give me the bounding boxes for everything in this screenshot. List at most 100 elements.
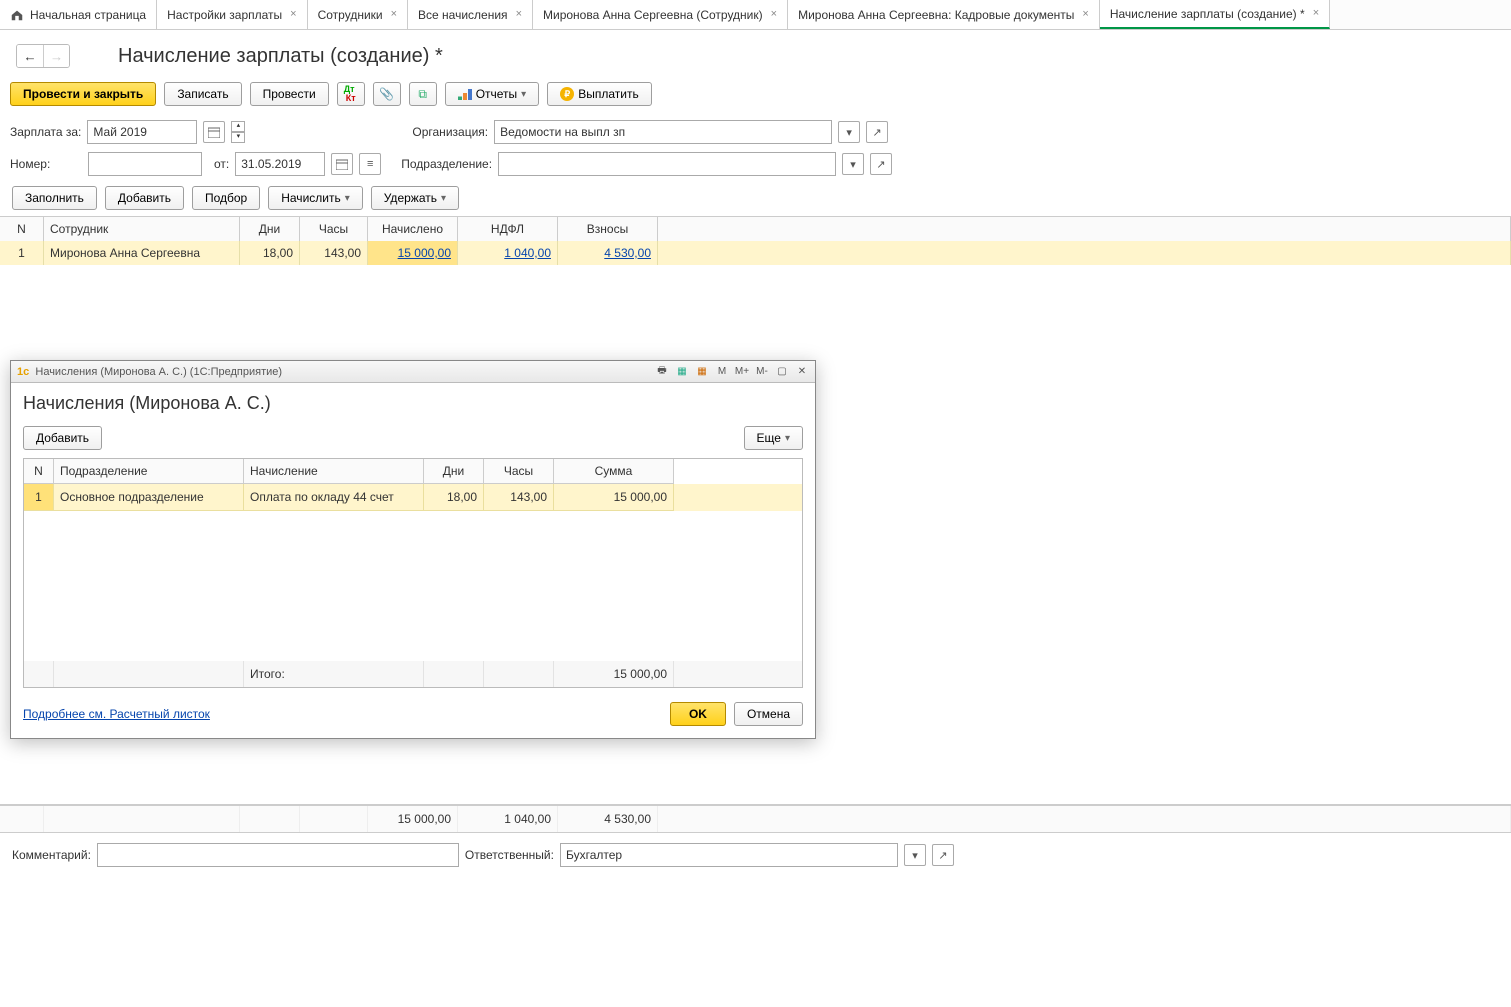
tab-label: Сотрудники xyxy=(318,8,383,22)
tab-hr-docs[interactable]: Миронова Анна Сергеевна: Кадровые докуме… xyxy=(788,0,1100,29)
link-icon: ⧉ xyxy=(418,87,427,102)
from-calendar-button[interactable] xyxy=(331,153,353,175)
pay-label: Выплатить xyxy=(578,87,639,101)
cell-tax[interactable]: 1 040,00 xyxy=(458,241,558,265)
mem-m[interactable]: M xyxy=(713,364,731,380)
org-field[interactable]: Ведомости на выпл зп xyxy=(494,120,832,144)
reports-button[interactable]: Отчеты ▾ xyxy=(445,82,540,106)
cancel-button[interactable]: Отмена xyxy=(734,702,803,726)
cell-contrib[interactable]: 4 530,00 xyxy=(558,241,658,265)
post-and-close-button[interactable]: Провести и закрыть xyxy=(10,82,156,106)
tab-label: Миронова Анна Сергеевна (Сотрудник) xyxy=(543,8,763,22)
col-accrued[interactable]: Начислено xyxy=(368,217,458,241)
dt-kt-button[interactable] xyxy=(337,82,365,106)
record-button[interactable]: Записать xyxy=(164,82,241,106)
calendar-icon[interactable]: ▦ xyxy=(673,364,691,380)
accrue-button[interactable]: Начислить ▾ xyxy=(268,186,363,210)
dialog-titlebar[interactable]: 1c Начисления (Миронова А. С.) (1C:Предп… xyxy=(11,361,815,383)
col-contrib[interactable]: Взносы xyxy=(558,217,658,241)
cell-accrued[interactable]: 15 000,00 xyxy=(368,241,458,265)
post-button[interactable]: Провести xyxy=(250,82,329,106)
dept-dropdown-button[interactable]: ▾ xyxy=(842,153,864,175)
col-emp[interactable]: Сотрудник xyxy=(44,217,240,241)
dcol-sum[interactable]: Сумма xyxy=(554,459,674,484)
pay-button[interactable]: ₽ Выплатить xyxy=(547,82,652,106)
cell-hours: 143,00 xyxy=(300,241,368,265)
accrue-label: Начислить xyxy=(281,191,340,205)
open-icon: ↗ xyxy=(938,849,947,862)
related-button[interactable]: ⧉ xyxy=(409,82,437,106)
dtkt-icon xyxy=(346,90,356,98)
mem-m-plus[interactable]: M+ xyxy=(733,364,751,380)
ok-button[interactable]: OK xyxy=(670,702,726,726)
col-n[interactable]: N xyxy=(0,217,44,241)
table-row[interactable]: 1 Миронова Анна Сергеевна 18,00 143,00 1… xyxy=(0,241,1511,265)
dialog-add-button[interactable]: Добавить xyxy=(23,426,102,450)
dcol-n[interactable]: N xyxy=(24,459,54,484)
resp-open-button[interactable]: ↗ xyxy=(932,844,954,866)
add-button[interactable]: Добавить xyxy=(105,186,184,210)
print-icon[interactable]: 🖶 xyxy=(653,364,671,380)
dcol-dept[interactable]: Подразделение xyxy=(54,459,244,484)
salary-for-field[interactable]: Май 2019 xyxy=(87,120,197,144)
nav-back-button[interactable]: ← xyxy=(17,45,43,67)
date-options-button[interactable]: ≡ xyxy=(359,153,381,175)
dialog-heading: Начисления (Миронова А. С.) xyxy=(11,383,815,426)
dept-open-button[interactable]: ↗ xyxy=(870,153,892,175)
calc-icon[interactable]: ▦ xyxy=(693,364,711,380)
dcol-hours[interactable]: Часы xyxy=(484,459,554,484)
comment-field[interactable] xyxy=(97,843,459,867)
attach-button[interactable]: 📎 xyxy=(373,82,401,106)
details-link[interactable]: Подробнее см. Расчетный листок xyxy=(23,707,210,721)
chevron-down-icon: ▾ xyxy=(785,433,790,444)
dept-field[interactable] xyxy=(498,152,836,176)
resp-field[interactable]: Бухгалтер xyxy=(560,843,898,867)
tab-label: Все начисления xyxy=(418,8,508,22)
dcell-days: 18,00 xyxy=(424,484,484,511)
dcol-days[interactable]: Дни xyxy=(424,459,484,484)
dialog-grid-footer: Итого: 15 000,00 xyxy=(24,661,802,687)
dialog-toolbar: Добавить Еще ▾ xyxy=(11,426,815,458)
resp-dropdown-button[interactable]: ▾ xyxy=(904,844,926,866)
close-icon[interactable]: × xyxy=(1313,8,1319,19)
calendar-button[interactable] xyxy=(203,121,225,143)
dialog-grid-body[interactable] xyxy=(24,511,802,661)
mem-m-minus[interactable]: M- xyxy=(753,364,771,380)
tab-accruals[interactable]: Все начисления × xyxy=(408,0,533,29)
close-icon[interactable]: × xyxy=(391,9,397,20)
close-icon[interactable]: × xyxy=(516,9,522,20)
pick-button[interactable]: Подбор xyxy=(192,186,260,210)
withhold-button[interactable]: Удержать ▾ xyxy=(371,186,459,210)
nav-forward-button[interactable]: → xyxy=(43,45,69,67)
close-icon[interactable]: × xyxy=(1082,9,1088,20)
close-icon[interactable]: × xyxy=(771,9,777,20)
tab-employee-card[interactable]: Миронова Анна Сергеевна (Сотрудник) × xyxy=(533,0,788,29)
ruble-icon: ₽ xyxy=(560,87,574,101)
home-icon xyxy=(10,8,24,22)
tab-settings[interactable]: Настройки зарплаты × xyxy=(157,0,308,29)
fill-button[interactable]: Заполнить xyxy=(12,186,97,210)
table-row[interactable]: 1 Основное подразделение Оплата по оклад… xyxy=(24,484,802,511)
col-tax[interactable]: НДФЛ xyxy=(458,217,558,241)
tab-payroll-create[interactable]: Начисление зарплаты (создание) * × xyxy=(1100,0,1330,29)
total-label: Итого: xyxy=(244,661,424,687)
from-value: 31.05.2019 xyxy=(241,157,301,171)
from-label: от: xyxy=(214,157,229,171)
col-hours[interactable]: Часы xyxy=(300,217,368,241)
tab-employees[interactable]: Сотрудники × xyxy=(308,0,408,29)
close-icon[interactable]: ✕ xyxy=(793,364,811,380)
dept-label: Подразделение: xyxy=(401,157,492,171)
period-stepper[interactable]: ▴▾ xyxy=(231,121,245,143)
col-days[interactable]: Дни xyxy=(240,217,300,241)
from-field[interactable]: 31.05.2019 xyxy=(235,152,325,176)
org-dropdown-button[interactable]: ▾ xyxy=(838,121,860,143)
dcell-sum: 15 000,00 xyxy=(554,484,674,511)
dialog-more-button[interactable]: Еще ▾ xyxy=(744,426,803,450)
number-field[interactable] xyxy=(88,152,202,176)
dialog-sys-title: Начисления (Миронова А. С.) (1C:Предприя… xyxy=(35,366,282,378)
tab-home[interactable]: Начальная страница xyxy=(0,0,157,29)
org-open-button[interactable]: ↗ xyxy=(866,121,888,143)
close-icon[interactable]: × xyxy=(290,9,296,20)
maximize-icon[interactable]: ▢ xyxy=(773,364,791,380)
dcol-accr[interactable]: Начисление xyxy=(244,459,424,484)
